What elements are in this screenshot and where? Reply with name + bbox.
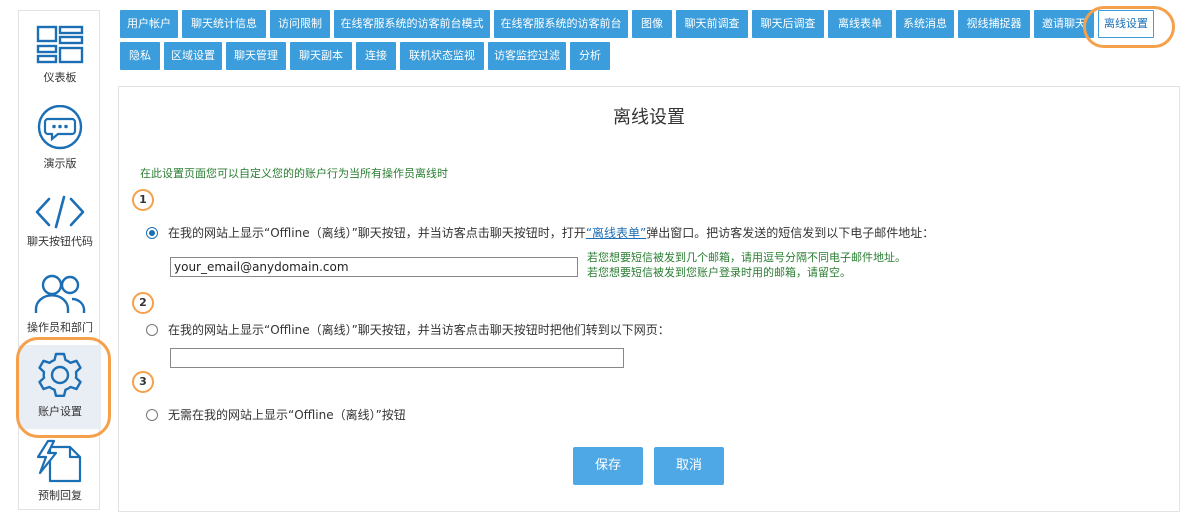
sidebar-item-canned-replies[interactable]: 预制回复 <box>19 439 101 503</box>
option-hide-button-row[interactable]: 无需在我的网站上显示“Offline（离线）”按钮 <box>146 406 406 423</box>
sidebar-item-label: 账户设置 <box>38 405 82 418</box>
email-field[interactable] <box>170 257 578 277</box>
tab-online-status-monitor[interactable]: 联机状态监视 <box>400 42 484 70</box>
gear-icon <box>38 352 82 397</box>
tab-analytics[interactable]: 分析 <box>570 42 610 70</box>
email-hint-multiple: 若您想要短信被发到几个邮箱，请用逗号分隔不同电子邮件地址。 <box>587 251 906 264</box>
users-icon <box>34 274 86 313</box>
option-offline-form-label: 在我的网站上显示“Offline（离线）”聊天按钮，并当访客点击聊天按钮时，打开 <box>168 226 586 240</box>
step-badge-2: 2 <box>132 292 154 314</box>
sidebar-item-account-settings[interactable]: 账户设置 <box>19 345 101 429</box>
save-button[interactable]: 保存 <box>573 447 643 485</box>
sidebar-item-label: 聊天按钮代码 <box>27 235 93 248</box>
option-offline-form-radio[interactable] <box>146 227 158 239</box>
tab-chat-transcripts[interactable]: 聊天副本 <box>290 42 352 70</box>
sidebar-item-label: 仪表板 <box>43 71 77 84</box>
tab-visitor-frontend[interactable]: 在线客服系统的访客前台 <box>494 10 628 38</box>
dashboard-icon <box>36 25 84 64</box>
sidebar-item-dashboard[interactable]: 仪表板 <box>19 25 101 85</box>
cancel-button[interactable]: 取消 <box>654 447 724 485</box>
tab-invite-chat[interactable]: 邀请聊天 <box>1034 10 1094 38</box>
tab-connection[interactable]: 连接 <box>356 42 396 70</box>
tab-visitor-monitor-filter[interactable]: 访客监控过滤 <box>488 42 566 70</box>
tab-privacy[interactable]: 隐私 <box>120 42 160 70</box>
tab-offline-settings[interactable]: 离线设置 <box>1098 10 1154 38</box>
option-hide-button-label: 无需在我的网站上显示“Offline（离线）”按钮 <box>168 408 406 422</box>
page-title: 离线设置 <box>613 107 685 128</box>
option-redirect-label: 在我的网站上显示“Offline（离线）”聊天按钮，并当访客点击聊天按钮时把他们… <box>168 323 670 337</box>
option-offline-form-row[interactable]: 在我的网站上显示“Offline（离线）”聊天按钮，并当访客点击聊天按钮时，打开… <box>146 224 934 241</box>
offline-form-link[interactable]: “离线表单” <box>586 226 646 240</box>
tab-chat-management[interactable]: 聊天管理 <box>226 42 286 70</box>
sidebar-item-label: 操作员和部门 <box>27 321 93 334</box>
tab-pre-chat-survey[interactable]: 聊天前调查 <box>676 10 748 38</box>
tab-user-account[interactable]: 用户帐户 <box>120 10 178 38</box>
tab-eye-catcher[interactable]: 视线捕捉器 <box>958 10 1030 38</box>
tab-post-chat-survey[interactable]: 聊天后调查 <box>752 10 824 38</box>
tab-system-messages[interactable]: 系统消息 <box>896 10 954 38</box>
canned-reply-icon <box>36 439 82 483</box>
tab-images[interactable]: 图像 <box>632 10 672 38</box>
step-badge-3: 3 <box>132 371 154 393</box>
step-badge-1: 1 <box>132 189 154 211</box>
sidebar-item-demo[interactable]: 演示版 <box>19 105 101 171</box>
email-hint-empty: 若您想要短信被发到您账户登录时用的邮箱，请留空。 <box>587 266 851 279</box>
option-redirect-row[interactable]: 在我的网站上显示“Offline（离线）”聊天按钮，并当访客点击聊天按钮时把他们… <box>146 321 670 338</box>
tab-access-limits[interactable]: 访问限制 <box>270 10 330 38</box>
redirect-url-field[interactable] <box>170 348 624 368</box>
code-icon <box>35 195 85 229</box>
tab-offline-form[interactable]: 离线表单 <box>828 10 892 38</box>
option-redirect-radio[interactable] <box>146 324 158 336</box>
option-offline-form-label-suffix: 弹出窗口。把访客发送的短信发到以下电子邮件地址： <box>646 226 935 240</box>
chat-bubble-icon <box>37 105 83 150</box>
option-hide-button-radio[interactable] <box>146 409 158 421</box>
tab-visitor-frontend-mode[interactable]: 在线客服系统的访客前台模式 <box>334 10 490 38</box>
tab-chat-stats[interactable]: 聊天统计信息 <box>182 10 266 38</box>
sidebar-item-label: 预制回复 <box>38 489 82 502</box>
sidebar-item-label: 演示版 <box>43 157 77 170</box>
sidebar-item-chat-button-code[interactable]: 聊天按钮代码 <box>19 195 101 249</box>
intro-text: 在此设置页面您可以自定义您的的账户行为当所有操作员离线时 <box>140 167 448 180</box>
tab-region-settings[interactable]: 区域设置 <box>164 42 222 70</box>
sidebar-item-operators[interactable]: 操作员和部门 <box>19 273 101 335</box>
offline-settings-panel: 离线设置 在此设置页面您可以自定义您的的账户行为当所有操作员离线时 1 在我的网… <box>118 86 1180 512</box>
sidebar: 仪表板 演示版 聊天按钮代码 操作员和部门 账户设置 预制回复 <box>18 10 101 510</box>
